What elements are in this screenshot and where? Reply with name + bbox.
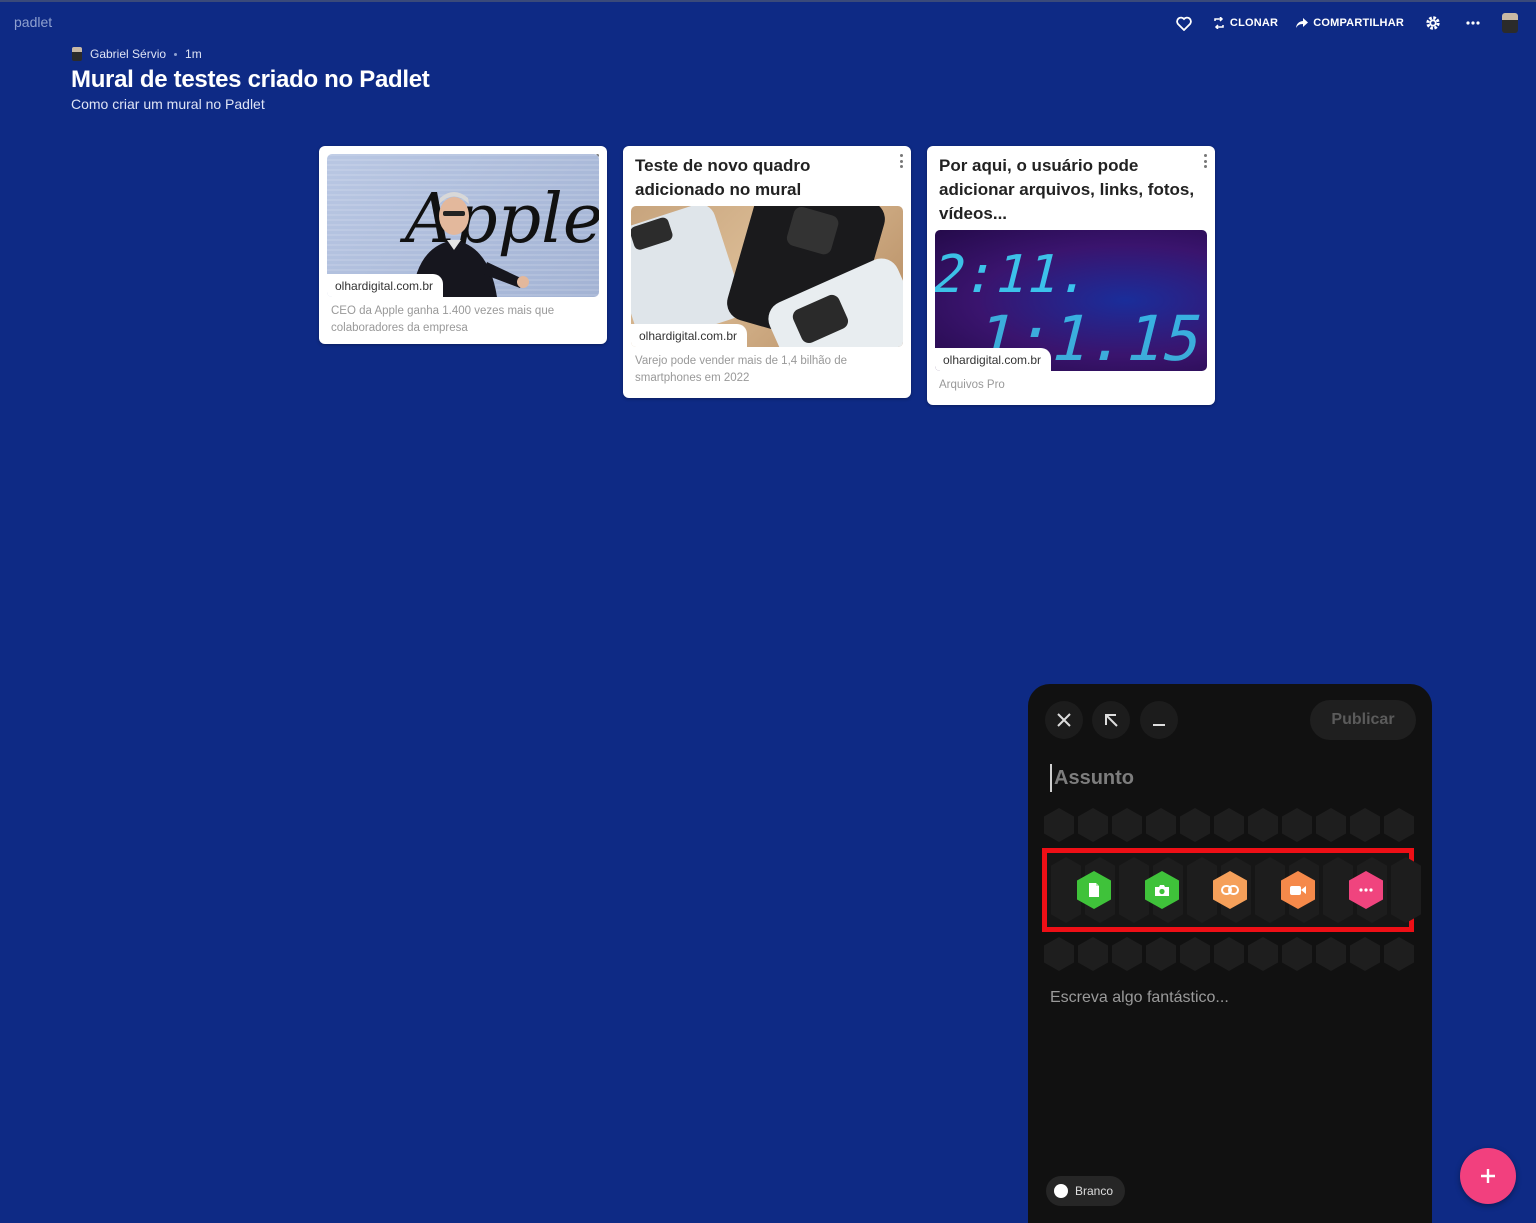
post-image-text: Apple	[399, 180, 599, 259]
minimize-icon	[1153, 724, 1165, 726]
color-label: Branco	[1075, 1184, 1114, 1198]
color-swatch	[1054, 1184, 1068, 1198]
top-toolbar: CLONAR COMPARTILHAR	[1173, 12, 1518, 34]
post-card[interactable]: Por aqui, o usuário pode adicionar arqui…	[927, 146, 1215, 405]
expand-arrow-icon	[1105, 714, 1118, 727]
clone-button[interactable]: CLONAR	[1213, 17, 1278, 29]
share-label: COMPARTILHAR	[1313, 17, 1404, 29]
clone-label: CLONAR	[1229, 17, 1279, 29]
attachment-toolbar	[1042, 848, 1421, 932]
hex-pattern-bottom	[1044, 937, 1414, 971]
post-image[interactable]: Apple olhardigital.com.br	[327, 154, 599, 297]
post-description: Arquivos Pro	[939, 379, 1005, 391]
post-image-text: 2:11.	[935, 245, 1098, 305]
post-description: CEO da Apple ganha 1.400 vezes mais que …	[331, 305, 555, 334]
post-composer: Publicar Escreva algo fantástico... Bran…	[1028, 684, 1432, 1223]
post-menu-icon[interactable]	[1202, 154, 1208, 168]
post-image[interactable]: 2:11. 1:1.15 olhardigital.com.br	[935, 230, 1207, 371]
expand-button[interactable]	[1092, 701, 1130, 739]
post-title: Por aqui, o usuário pode adicionar arqui…	[939, 156, 1195, 223]
post-image[interactable]: olhardigital.com.br	[631, 206, 903, 347]
plus-icon	[1481, 1169, 1495, 1183]
body-input[interactable]: Escreva algo fantástico...	[1050, 989, 1229, 1007]
author-name: Gabriel Sérvio	[90, 47, 167, 61]
board-author: Gabriel Sérvio 1m	[72, 47, 202, 61]
post-description: Varejo pode vender mais de 1,4 bilhão de…	[635, 355, 848, 384]
board-title: Mural de testes criado no Padlet	[71, 66, 430, 93]
minimize-button[interactable]	[1140, 701, 1178, 739]
post-time: 1m	[185, 47, 202, 61]
post-title: Teste de novo quadro adicionado no mural	[635, 156, 811, 199]
hex-pattern-top	[1044, 808, 1414, 842]
user-avatar[interactable]	[1502, 13, 1518, 33]
padlet-logo[interactable]: padlet	[14, 14, 52, 30]
share-button[interactable]: COMPARTILHAR	[1296, 17, 1404, 29]
post-domain: olhardigital.com.br	[327, 274, 444, 297]
post-menu-icon[interactable]	[898, 154, 904, 168]
separator-dot	[174, 52, 178, 56]
top-border	[0, 0, 1536, 2]
heart-icon[interactable]	[1173, 12, 1195, 34]
subject-input[interactable]	[1050, 764, 1410, 792]
author-avatar	[72, 47, 82, 61]
publish-button[interactable]: Publicar	[1310, 700, 1416, 740]
gear-icon[interactable]	[1422, 12, 1444, 34]
share-icon	[1296, 17, 1309, 28]
post-domain: olhardigital.com.br	[631, 324, 748, 347]
close-icon	[1057, 713, 1071, 727]
color-picker[interactable]: Branco	[1046, 1176, 1126, 1206]
post-card[interactable]: Apple olhardigital.com.br CEO da Apple g…	[319, 146, 607, 344]
post-card[interactable]: Teste de novo quadro adicionado no mural…	[623, 146, 911, 398]
close-button[interactable]	[1045, 701, 1083, 739]
clone-icon	[1214, 17, 1224, 29]
post-domain: olhardigital.com.br	[935, 348, 1052, 371]
more-icon[interactable]	[1462, 12, 1484, 34]
add-post-button[interactable]	[1460, 1148, 1516, 1204]
board-subtitle: Como criar um mural no Padlet	[71, 96, 265, 112]
